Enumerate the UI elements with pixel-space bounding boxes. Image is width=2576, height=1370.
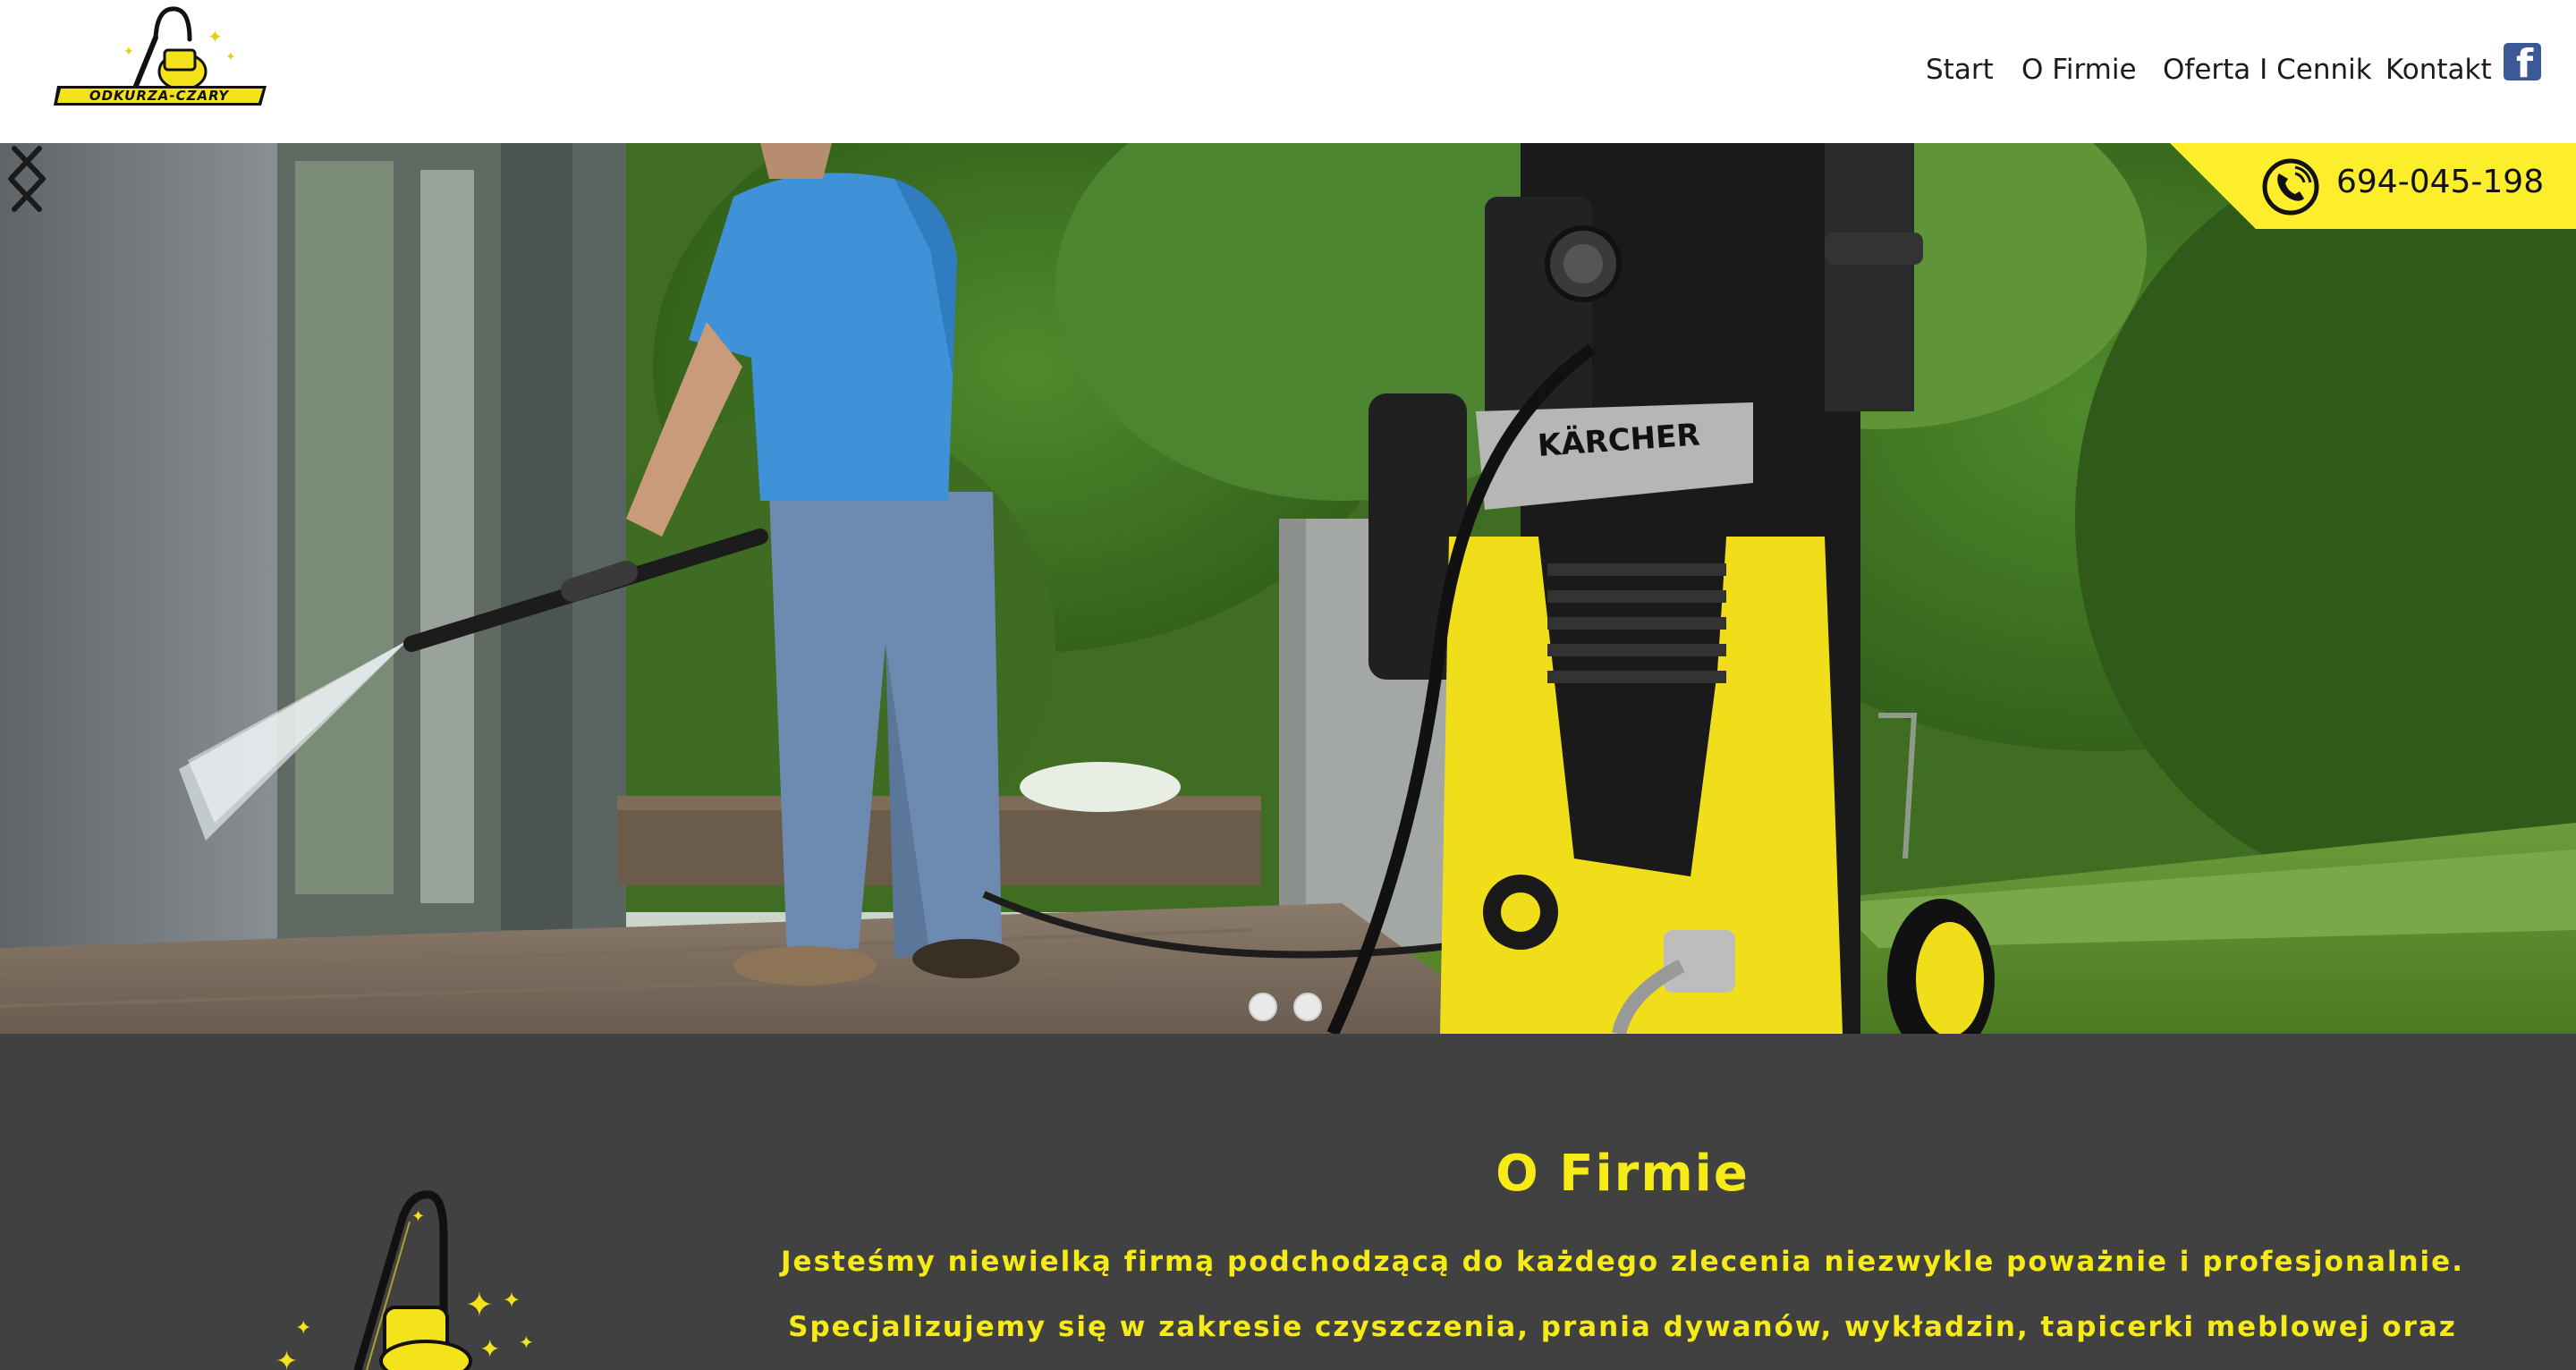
nav-o-firmie[interactable]: O Firmie: [2021, 54, 2137, 86]
svg-text:✦: ✦: [295, 1317, 311, 1340]
site-header: ✦ ✦ ✦ ODKURZA-CZARY Start O Firmie Ofert…: [0, 0, 2576, 143]
svg-text:✦: ✦: [479, 1334, 500, 1364]
nav-kontakt[interactable]: Kontakt: [2385, 54, 2492, 86]
slider-dots: [1249, 993, 1338, 1023]
svg-text:✦: ✦: [465, 1285, 494, 1324]
about-vacuum-illustration: ✦ ✦ ✦ ✦ ✦ ✦ ✦: [275, 1190, 534, 1370]
about-text-line-1: Jesteśmy niewielką firmą podchodzącą do …: [781, 1246, 2464, 1278]
svg-text:✦: ✦: [411, 1207, 425, 1226]
slider-next-arrow[interactable]: [0, 143, 54, 215]
hero-slider: KÄRCHER: [0, 143, 2576, 1034]
svg-text:✦: ✦: [275, 1346, 298, 1370]
svg-text:✦: ✦: [503, 1288, 521, 1313]
hero-image: KÄRCHER: [0, 143, 2576, 1034]
nav-start[interactable]: Start: [1926, 54, 1994, 86]
site-logo[interactable]: ✦ ✦ ✦ ODKURZA-CZARY: [50, 4, 274, 120]
phone-number[interactable]: 694-045-198: [2336, 164, 2544, 200]
svg-text:✦: ✦: [519, 1332, 534, 1353]
svg-text:✦: ✦: [225, 50, 236, 64]
slider-dot-2[interactable]: [1293, 993, 1322, 1021]
slider-dot-1[interactable]: [1249, 993, 1277, 1021]
facebook-icon[interactable]: f: [2504, 41, 2541, 87]
phone-icon: [2262, 158, 2319, 216]
nav-oferta-i-cennik[interactable]: Oferta I Cennik: [2163, 54, 2372, 86]
about-title: O Firmie: [1496, 1145, 1750, 1203]
svg-text:✦: ✦: [123, 45, 134, 59]
svg-text:✦: ✦: [208, 26, 223, 47]
about-text-line-2: Specjalizujemy się w zakresie czyszczeni…: [788, 1311, 2457, 1343]
svg-text:ODKURZA-CZARY: ODKURZA-CZARY: [89, 88, 230, 104]
